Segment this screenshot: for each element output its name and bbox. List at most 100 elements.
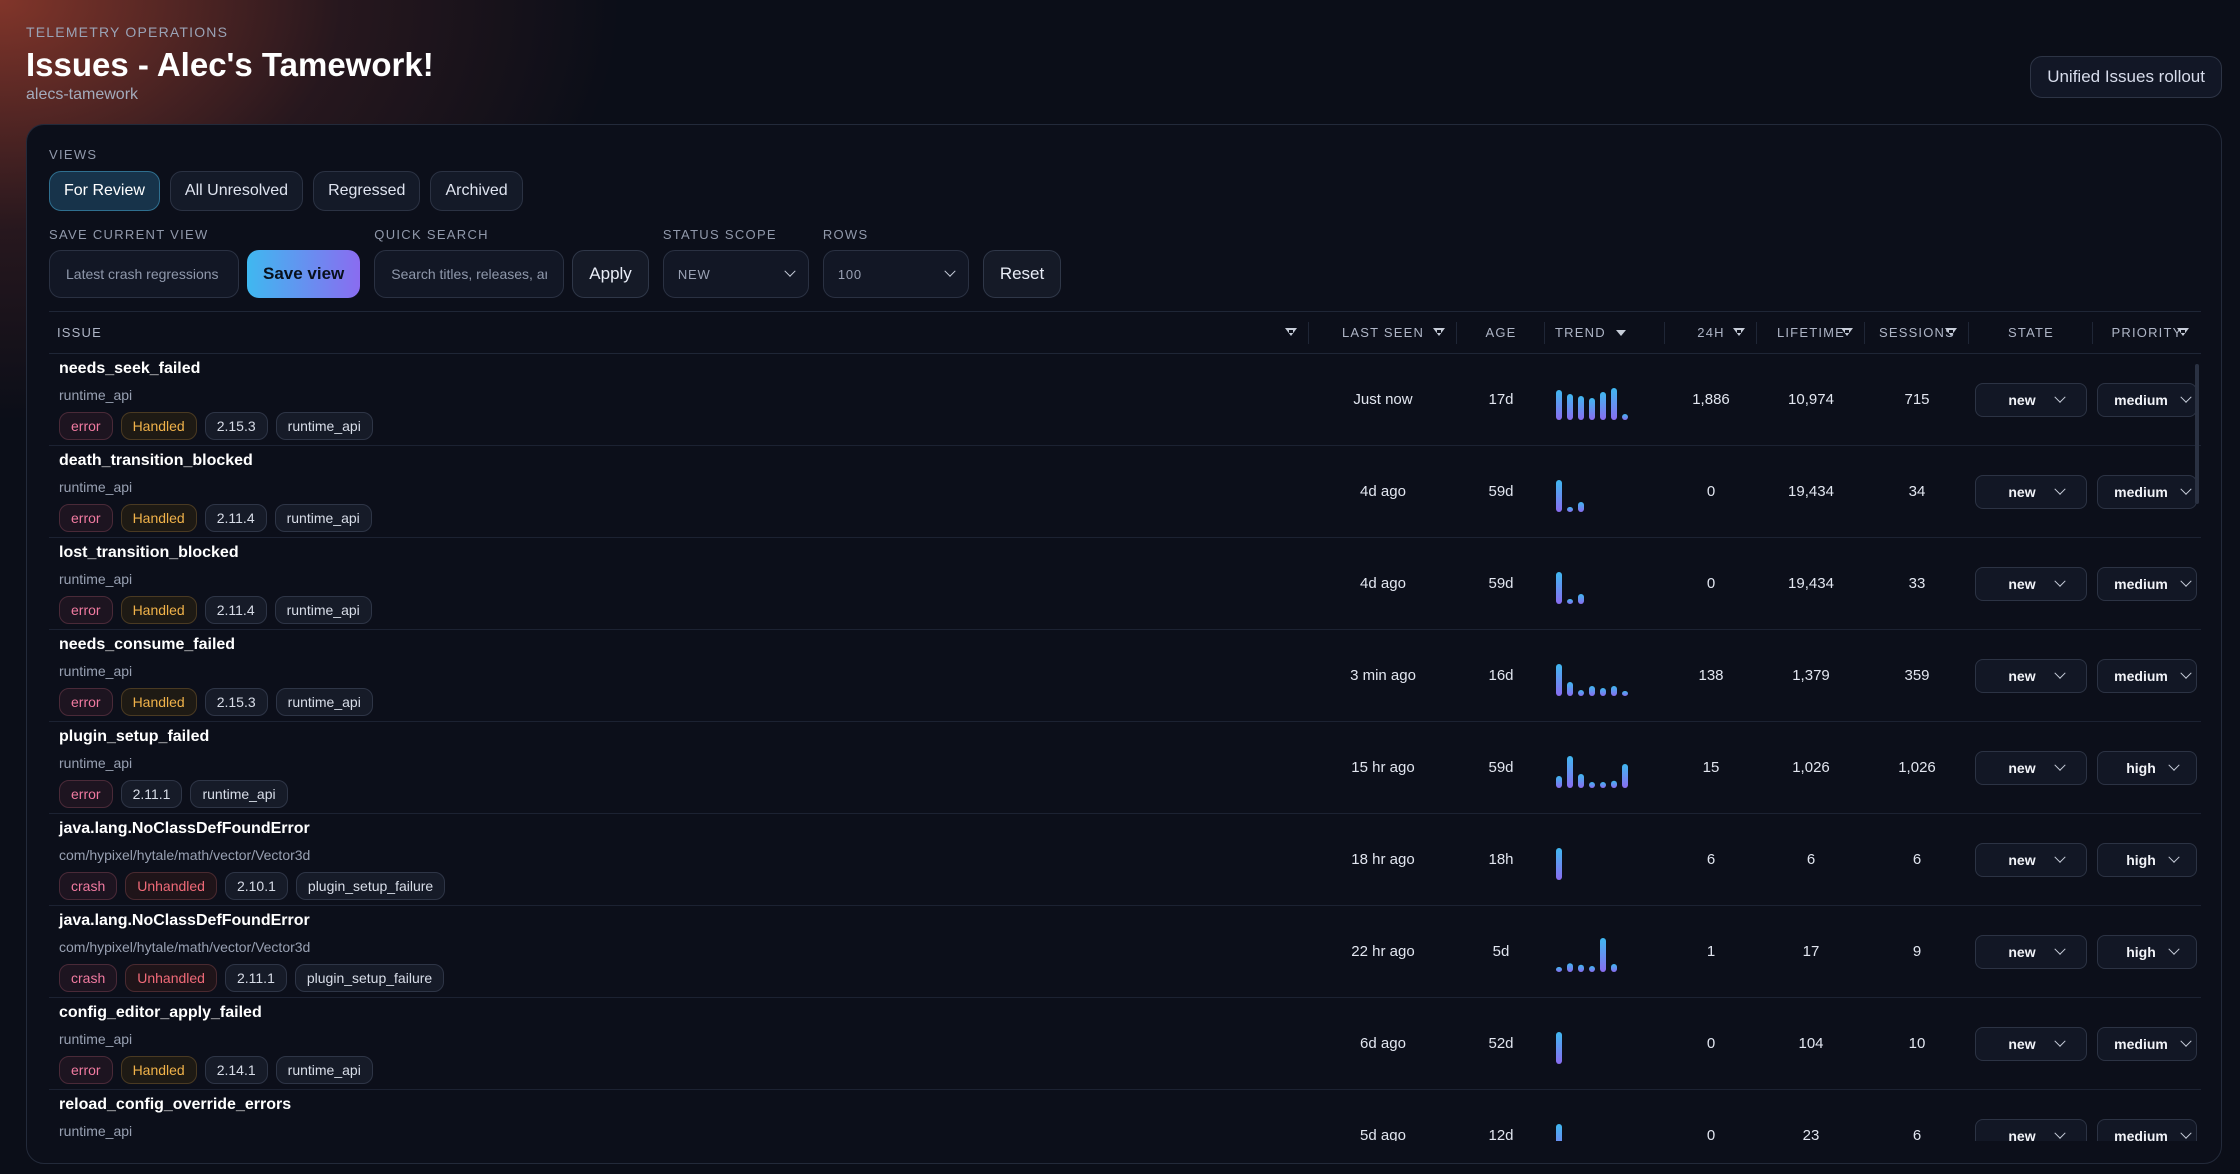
state-dropdown[interactable]: new [1975, 566, 2087, 601]
tag-badge[interactable]: runtime_api [274, 503, 372, 532]
filter-icon[interactable] [1945, 327, 1957, 336]
apply-button[interactable]: Apply [572, 250, 649, 298]
state-dropdown[interactable]: new [1975, 1118, 2087, 1141]
issue-title[interactable]: death_transition_blocked [59, 452, 253, 470]
tag-badge[interactable]: Handled [120, 1055, 197, 1084]
priority-dropdown[interactable]: medium [2097, 474, 2197, 509]
priority-dropdown[interactable]: medium [2097, 1026, 2197, 1061]
issue-title[interactable]: plugin_setup_failed [59, 728, 209, 746]
save-view-input[interactable] [49, 250, 239, 298]
table-row[interactable]: needs_seek_failed runtime_api error Handled… [49, 354, 2201, 446]
column-header-trend[interactable]: TREND [1545, 312, 1665, 354]
save-view-button[interactable]: Save view [247, 250, 361, 298]
table-scrollbar[interactable] [2195, 364, 2199, 504]
age-cell: 5d [1492, 943, 1510, 960]
trend-bar [1556, 775, 1562, 788]
tag-badge[interactable]: 2.11.4 [204, 503, 267, 532]
column-header-last-seen[interactable]: LAST SEEN [1309, 312, 1457, 354]
tag-badge[interactable]: 2.15.3 [204, 687, 268, 716]
state-dropdown[interactable]: new [1975, 658, 2087, 693]
state-dropdown[interactable]: new [1975, 934, 2087, 969]
state-dropdown[interactable]: new [1975, 474, 2087, 509]
issue-title[interactable]: config_editor_apply_failed [59, 1004, 262, 1022]
issue-title[interactable]: java.lang.NoClassDefFoundError [59, 912, 310, 930]
tag-badge[interactable]: 2.11.1 [120, 779, 183, 808]
priority-dropdown[interactable]: medium [2097, 382, 2197, 417]
unified-issues-rollout-button[interactable]: Unified Issues rollout [2030, 56, 2222, 98]
tag-badge[interactable]: Handled [120, 411, 197, 440]
tag-badge[interactable]: 2.11.1 [224, 963, 287, 992]
quick-search-input[interactable] [374, 250, 565, 298]
tag-badge[interactable]: Handled [120, 503, 197, 532]
view-tab-regressed[interactable]: Regressed [313, 171, 421, 211]
state-dropdown[interactable]: new [1975, 382, 2087, 417]
trend-bar [1622, 413, 1628, 420]
issue-title[interactable]: java.lang.NoClassDefFoundError [59, 820, 310, 838]
filter-icon[interactable] [1733, 327, 1745, 336]
tag-badge[interactable]: plugin_setup_failure [295, 871, 446, 900]
tag-badge[interactable]: plugin_setup_failure [294, 963, 445, 992]
tag-badge[interactable]: crash [59, 871, 118, 900]
sort-down-icon[interactable] [1615, 329, 1626, 336]
table-row[interactable]: death_transition_blocked runtime_api error… [49, 446, 2201, 538]
tag-badge[interactable]: runtime_api [275, 687, 373, 716]
tag-badge[interactable]: error [59, 779, 113, 808]
filter-icon[interactable] [1841, 327, 1853, 336]
priority-dropdown[interactable]: medium [2097, 658, 2197, 693]
table-row[interactable]: java.lang.NoClassDefFoundError com/hypixe… [49, 906, 2201, 998]
tag-badge[interactable]: error [59, 1055, 113, 1084]
filter-icon[interactable] [1285, 327, 1297, 336]
tag-badge[interactable]: 2.11.4 [204, 595, 267, 624]
tag-badge[interactable]: error [59, 503, 113, 532]
column-header-age[interactable]: AGE [1457, 312, 1545, 354]
filter-icon[interactable] [2177, 327, 2189, 336]
issue-title[interactable]: lost_transition_blocked [59, 544, 239, 562]
status-scope-select[interactable]: NEW [662, 250, 809, 298]
tag-badge[interactable]: runtime_api [275, 1055, 373, 1084]
state-dropdown[interactable]: new [1975, 750, 2087, 785]
table-row[interactable]: lost_transition_blocked runtime_api error H… [49, 538, 2201, 630]
issue-title[interactable]: needs_consume_failed [59, 636, 235, 654]
rows-select[interactable]: 100 [822, 250, 969, 298]
column-header-issue[interactable]: ISSUE [49, 312, 1309, 354]
priority-dropdown[interactable]: high [2097, 934, 2197, 969]
tag-badge[interactable]: runtime_api [275, 411, 373, 440]
state-dropdown[interactable]: new [1975, 1026, 2087, 1061]
tag-badge[interactable]: runtime_api [190, 779, 288, 808]
issue-title[interactable]: needs_seek_failed [59, 360, 200, 378]
column-header-state[interactable]: STATE [1969, 312, 2093, 354]
filter-icon[interactable] [1433, 327, 1445, 336]
tag-badge[interactable]: Unhandled [125, 871, 217, 900]
issue-title[interactable]: reload_config_override_errors [59, 1096, 291, 1114]
tag-badge[interactable]: runtime_api [274, 595, 372, 624]
priority-dropdown[interactable]: high [2097, 842, 2197, 877]
column-header-priority[interactable]: PRIORITY [2093, 312, 2201, 354]
tag-badge[interactable]: crash [59, 963, 118, 992]
trend-bar [1556, 1031, 1562, 1064]
view-tab-for-review[interactable]: For Review [49, 171, 160, 211]
tag-badge[interactable]: Handled [120, 687, 197, 716]
table-row[interactable]: needs_consume_failed runtime_api error Hand… [49, 630, 2201, 722]
tag-badge[interactable]: Unhandled [125, 963, 217, 992]
tag-badge[interactable]: Handled [120, 595, 197, 624]
state-dropdown[interactable]: new [1975, 842, 2087, 877]
tag-badge[interactable]: error [59, 411, 113, 440]
column-header-lifetime[interactable]: LIFETIME [1757, 312, 1865, 354]
view-tab-archived[interactable]: Archived [430, 171, 523, 211]
table-row[interactable]: config_editor_apply_failed runtime_api err… [49, 998, 2201, 1090]
table-row[interactable]: java.lang.NoClassDefFoundError com/hypixe… [49, 814, 2201, 906]
tag-badge[interactable]: 2.14.1 [204, 1055, 268, 1084]
tag-badge[interactable]: 2.15.3 [204, 411, 268, 440]
table-row[interactable]: plugin_setup_failed runtime_api error 2.11.… [49, 722, 2201, 814]
tag-badge[interactable]: error [59, 687, 113, 716]
view-tab-all-unresolved[interactable]: All Unresolved [169, 171, 304, 211]
tag-badge[interactable]: 2.10.1 [224, 871, 288, 900]
table-row[interactable]: reload_config_override_errors runtime_api… [49, 1090, 2201, 1141]
reset-button[interactable]: Reset [982, 250, 1062, 298]
column-header-sessions[interactable]: SESSIONS [1865, 312, 1969, 354]
priority-dropdown[interactable]: medium [2097, 1118, 2197, 1141]
priority-dropdown[interactable]: medium [2097, 566, 2197, 601]
tag-badge[interactable]: error [59, 595, 113, 624]
column-header-24h[interactable]: 24H [1665, 312, 1757, 354]
priority-dropdown[interactable]: high [2097, 750, 2197, 785]
